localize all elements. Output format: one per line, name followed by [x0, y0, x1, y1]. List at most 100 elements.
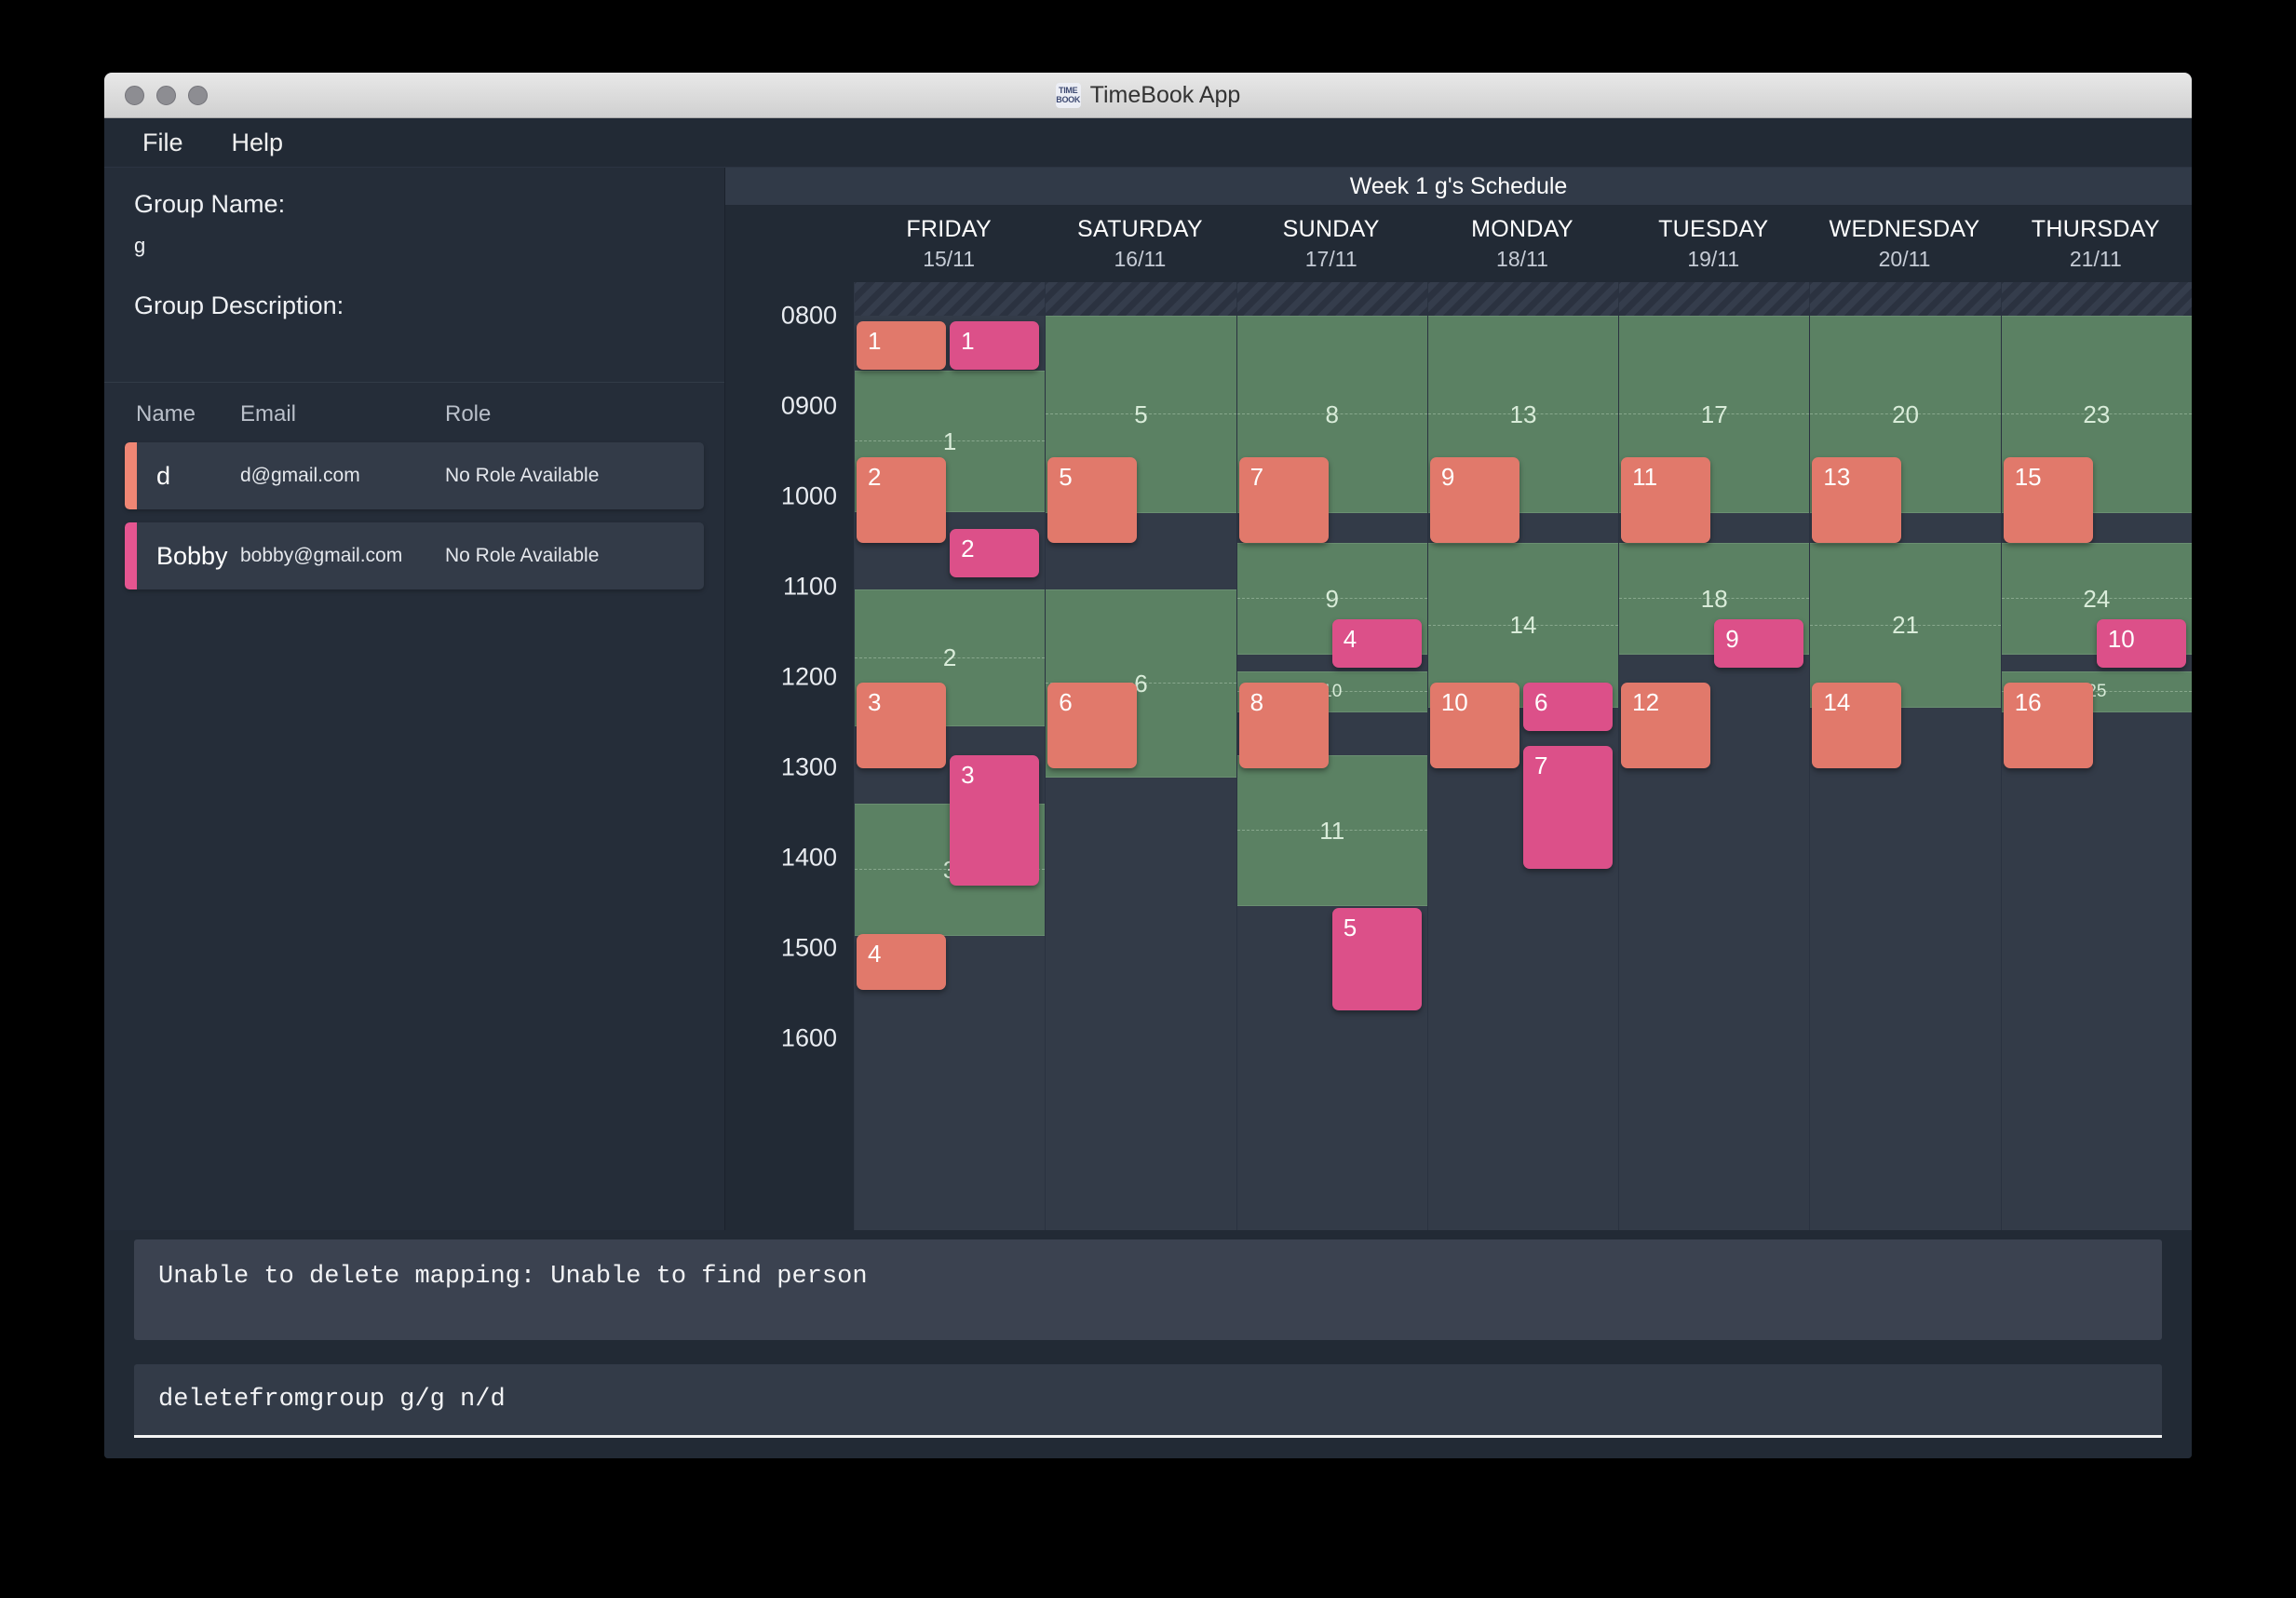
free-slot-label: 14 [1510, 611, 1537, 640]
day-header: WEDNESDAY20/11 [1809, 206, 2000, 282]
event-block[interactable]: 9 [1430, 457, 1519, 543]
maximize-button[interactable] [188, 86, 208, 105]
event-block[interactable]: 6 [1047, 683, 1137, 768]
day-date: 17/11 [1305, 247, 1357, 272]
schedule-panel: Week 1 g's Schedule FRIDAY15/11SATURDAY1… [725, 168, 2192, 1230]
member-row[interactable]: Bobbybobby@gmail.comNo Role Available [125, 522, 704, 589]
half-hour-divider [2002, 413, 2192, 414]
event-block[interactable]: 11 [1621, 457, 1710, 543]
event-block[interactable]: 7 [1523, 746, 1613, 869]
command-input[interactable]: deletefromgroup g/g n/d [134, 1364, 2162, 1438]
group-description-value [134, 335, 695, 359]
event-block[interactable]: 15 [2004, 457, 2093, 543]
day-column: 13 14 9 106 7 [1428, 282, 1619, 1230]
half-hour-divider [1428, 625, 1618, 626]
day-name: SATURDAY [1077, 216, 1203, 243]
event-block[interactable]: 5 [1332, 908, 1422, 1010]
event-block[interactable]: 9 [1714, 619, 1803, 668]
half-hour-divider [1810, 413, 2000, 414]
event-block[interactable]: 3 [857, 683, 946, 768]
half-hour-divider [855, 440, 1045, 441]
time-axis: 080009001000110012001300140015001600 [725, 282, 855, 1230]
window-controls[interactable] [125, 86, 208, 105]
app-window: TIME BOOK TimeBook App File Help Group N… [104, 73, 2192, 1458]
day-headers: FRIDAY15/11SATURDAY16/11SUNDAY17/11MONDA… [854, 206, 2192, 282]
unavailable-hatch-band [1428, 282, 1618, 316]
day-header: MONDAY18/11 [1427, 206, 1618, 282]
close-button[interactable] [125, 86, 144, 105]
half-hour-divider [1237, 830, 1427, 831]
console-area: Unable to delete mapping: Unable to find… [104, 1230, 2192, 1458]
menu-file[interactable]: File [136, 126, 190, 160]
member-accent-bar [125, 522, 137, 589]
half-hour-divider [1619, 598, 1809, 599]
half-hour-divider [1810, 625, 2000, 626]
day-column: 1231234123 [855, 282, 1046, 1230]
day-header: SATURDAY 16/11 [1045, 206, 1236, 282]
time-label: 0900 [781, 392, 837, 421]
member-name: Bobby [125, 542, 240, 571]
half-hour-divider [1237, 413, 1427, 414]
event-block[interactable]: 4 [1332, 619, 1422, 668]
event-block[interactable]: 1 [857, 321, 946, 370]
day-column: 5656 [1046, 282, 1236, 1230]
free-slot-label: 13 [1510, 400, 1537, 429]
day-date: 15/11 [923, 247, 975, 272]
event-block[interactable]: 3 [950, 755, 1039, 886]
day-column: 8910117845 [1237, 282, 1428, 1230]
group-description-label: Group Description: [134, 291, 695, 320]
free-slot-label: 5 [1134, 400, 1147, 429]
day-column: 20 21 13 14 [1810, 282, 2001, 1230]
app-logo-icon: TIME BOOK [1056, 83, 1081, 108]
event-block[interactable]: 14 [1812, 683, 1901, 768]
event-block[interactable]: 12 [1621, 683, 1710, 768]
column-header-role: Role [445, 401, 724, 427]
title-bar: TIME BOOK TimeBook App [104, 73, 2192, 118]
half-hour-divider [1619, 413, 1809, 414]
day-name: TUESDAY [1658, 216, 1768, 243]
time-label: 1500 [781, 934, 837, 963]
day-date: 16/11 [1114, 247, 1166, 272]
event-block[interactable]: 2 [857, 457, 946, 543]
time-label: 1100 [783, 573, 837, 602]
menu-help[interactable]: Help [225, 126, 290, 160]
event-block[interactable]: 1 [950, 321, 1039, 370]
event-block[interactable]: 13 [1812, 457, 1901, 543]
unavailable-hatch-band [1046, 282, 1236, 316]
event-block[interactable]: 8 [1239, 683, 1329, 768]
event-block[interactable]: 6 [1523, 683, 1613, 731]
member-accent-bar [125, 442, 137, 509]
event-block[interactable]: 7 [1239, 457, 1329, 543]
member-table-header: Name Email Role [104, 383, 724, 442]
unavailable-hatch-band [1237, 282, 1427, 316]
member-role: No Role Available [445, 545, 704, 567]
schedule-grid: 080009001000110012001300140015001600 123… [725, 282, 2192, 1230]
day-header-row: FRIDAY15/11SATURDAY16/11SUNDAY17/11MONDA… [725, 206, 2192, 282]
time-label: 0800 [781, 302, 837, 331]
day-name: FRIDAY [906, 216, 992, 243]
free-slot-label: 11 [1319, 817, 1344, 846]
free-slot[interactable]: 11 [1237, 755, 1427, 906]
member-email: d@gmail.com [240, 465, 445, 487]
group-name-value: g [134, 234, 695, 258]
unavailable-hatch-band [855, 282, 1045, 316]
member-email: bobby@gmail.com [240, 545, 445, 567]
minimize-button[interactable] [156, 86, 176, 105]
event-block[interactable]: 10 [1430, 683, 1519, 768]
event-block[interactable]: 4 [857, 934, 946, 990]
free-slot-label: 20 [1892, 400, 1919, 429]
event-block[interactable]: 16 [2004, 683, 2093, 768]
member-row[interactable]: dd@gmail.comNo Role Available [125, 442, 704, 509]
day-name: WEDNESDAY [1830, 216, 1980, 243]
member-name: d [125, 462, 240, 491]
half-hour-divider [1046, 413, 1236, 414]
day-name: MONDAY [1471, 216, 1573, 243]
half-hour-divider [2002, 598, 2192, 599]
event-block[interactable]: 10 [2097, 619, 2186, 668]
time-label: 1000 [781, 482, 837, 511]
group-info-panel: Group Name: g Group Description: [104, 168, 724, 376]
day-header: SUNDAY17/11 [1236, 206, 1427, 282]
free-slot-label: 21 [1892, 611, 1919, 640]
event-block[interactable]: 2 [950, 529, 1039, 577]
event-block[interactable]: 5 [1047, 457, 1137, 543]
